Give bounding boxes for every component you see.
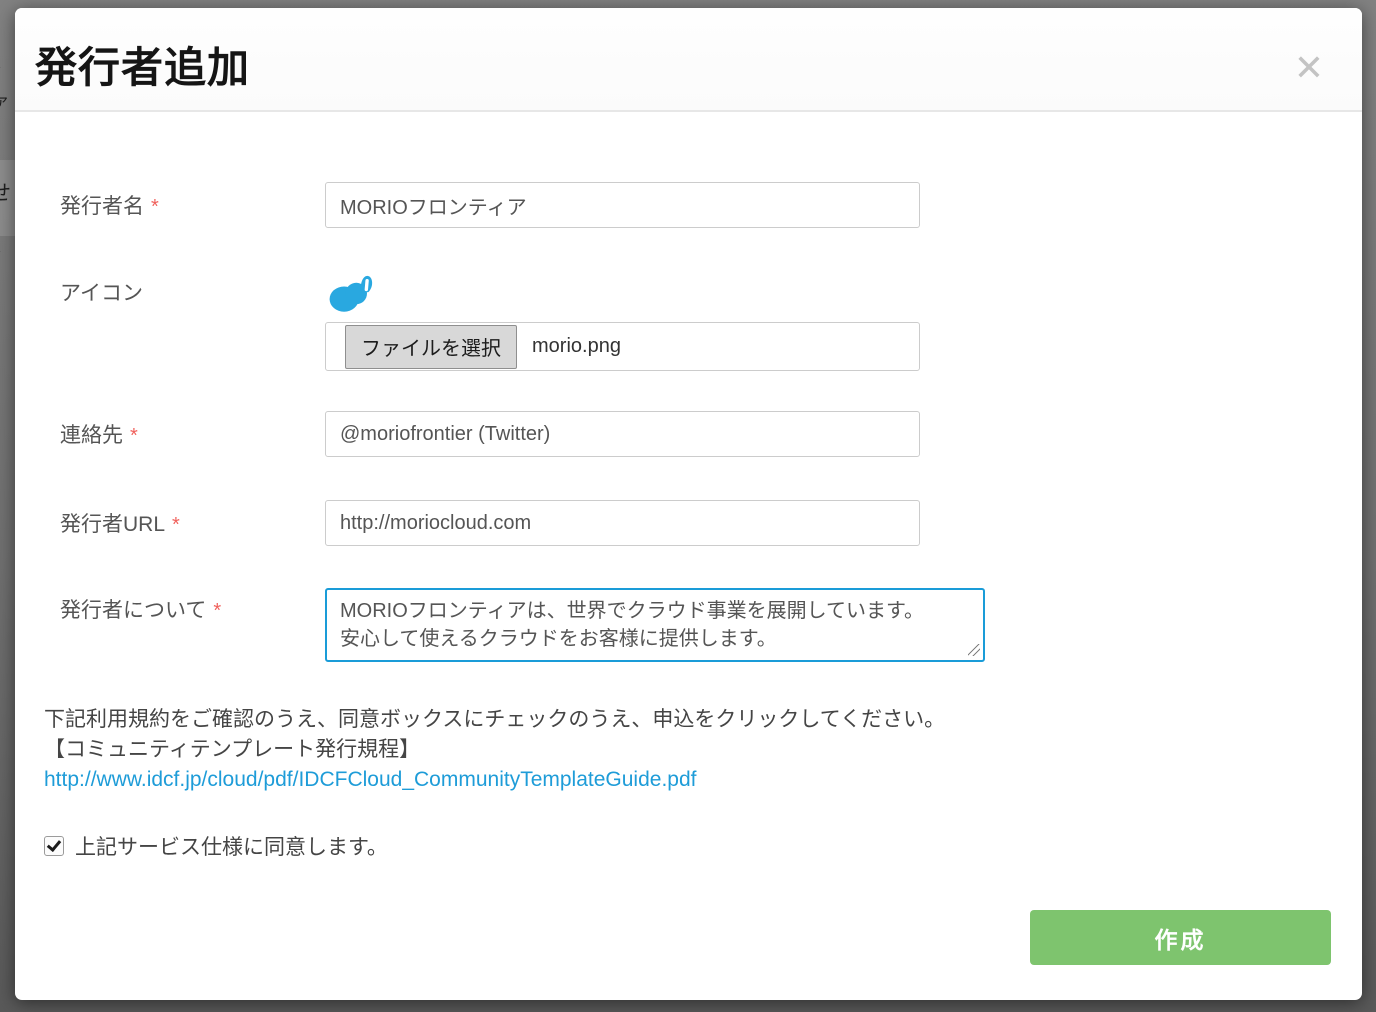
publisher-name-label: 発行者名*	[44, 190, 325, 220]
about-textarea-wrap: MORIOフロンティアは、世界でクラウド事業を展開しています。 安心して使えるク…	[325, 588, 985, 662]
about-label: 発行者について*	[44, 588, 325, 634]
about-row: 発行者について* MORIOフロンティアは、世界でクラウド事業を展開しています。…	[44, 588, 1331, 662]
contact-row: 連絡先*	[44, 411, 1331, 457]
required-mark: *	[172, 514, 180, 536]
contact-label: 連絡先*	[44, 419, 325, 449]
icon-file-input[interactable]: ファイルを選択 morio.png	[325, 322, 920, 371]
background-page-fragment: ア	[0, 96, 8, 110]
terms-link-line: http://www.idcf.jp/cloud/pdf/IDCFCloud_C…	[44, 765, 1331, 795]
agree-label: 上記サービス仕様に同意します。	[75, 831, 388, 861]
icon-controls: ファイルを選択 morio.png	[325, 272, 920, 371]
background-page-fragment: せ	[0, 183, 11, 204]
about-textarea[interactable]: MORIOフロンティアは、世界でクラウド事業を展開しています。 安心して使えるク…	[325, 588, 985, 662]
background-page-strip: | ▸ ア せ ▸	[0, 0, 15, 1012]
icon-label: アイコン	[44, 272, 325, 315]
terms-regulation-title: 【コミュニティテンプレート発行規程】	[44, 735, 1331, 765]
publisher-name-row: 発行者名*	[44, 182, 1331, 228]
close-icon[interactable]: ✕	[1294, 50, 1324, 86]
terms-block: 下記利用規約をご確認のうえ、同意ボックスにチェックのうえ、申込をクリックしてくだ…	[44, 705, 1331, 795]
create-button[interactable]: 作成	[1030, 910, 1331, 965]
publisher-url-label: 発行者URL*	[44, 508, 325, 538]
modal-body: 発行者名* アイコン ファイルを選択 morio.png	[15, 182, 1362, 965]
icon-row: アイコン ファイルを選択 morio.png	[44, 272, 1331, 371]
background-page-fragment: ▸	[0, 56, 1, 77]
publisher-url-input[interactable]	[325, 500, 920, 546]
add-publisher-modal: 発行者追加 ✕ 発行者名* アイコン ファイルを選択	[15, 8, 1362, 1000]
file-select-button[interactable]: ファイルを選択	[345, 325, 517, 369]
background-page-fragment: ▸	[0, 240, 1, 261]
modal-title: 発行者追加	[15, 8, 1362, 95]
required-mark: *	[213, 600, 221, 622]
terms-instruction: 下記利用規約をご確認のうえ、同意ボックスにチェックのうえ、申込をクリックしてくだ…	[44, 705, 1331, 735]
publisher-url-row: 発行者URL*	[44, 500, 1331, 546]
selected-file-name: morio.png	[532, 335, 621, 358]
required-mark: *	[151, 196, 159, 218]
contact-input[interactable]	[325, 411, 920, 457]
agree-checkbox[interactable]	[44, 836, 64, 856]
resize-grip-icon[interactable]	[968, 644, 980, 656]
required-mark: *	[130, 425, 138, 447]
blue-cloud-mascot-icon	[328, 272, 377, 315]
modal-header: 発行者追加 ✕	[15, 8, 1362, 112]
modal-actions: 作成	[44, 910, 1331, 965]
terms-pdf-link[interactable]: http://www.idcf.jp/cloud/pdf/IDCFCloud_C…	[44, 768, 696, 791]
publisher-name-input[interactable]	[325, 182, 920, 228]
agree-row: 上記サービス仕様に同意します。	[44, 831, 1331, 861]
